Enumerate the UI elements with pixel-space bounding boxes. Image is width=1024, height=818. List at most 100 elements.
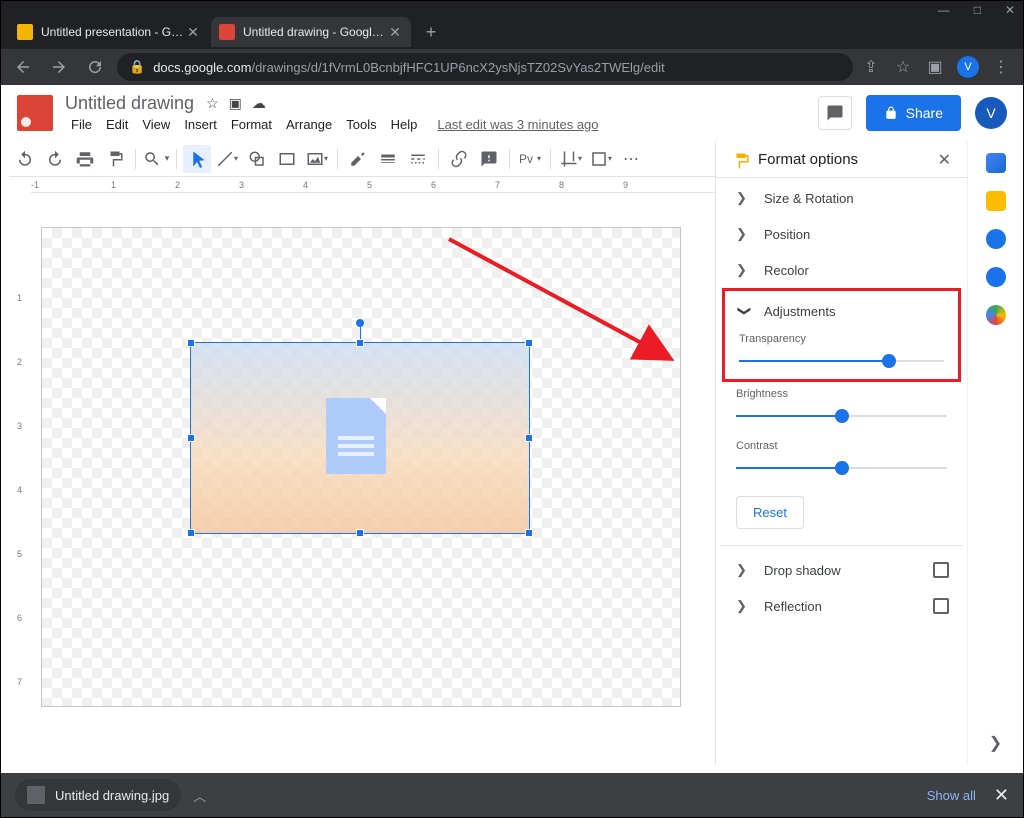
resize-handle-s[interactable]	[356, 529, 364, 537]
share-button[interactable]: Share	[866, 95, 961, 131]
chevron-down-icon: ❯	[736, 306, 752, 317]
rotation-handle[interactable]	[356, 319, 364, 327]
forward-button[interactable]	[45, 53, 73, 81]
transparency-slider[interactable]	[739, 351, 944, 371]
image-tool[interactable]: ▾	[303, 145, 331, 173]
resize-handle-e[interactable]	[525, 434, 533, 442]
menu-format[interactable]: Format	[225, 115, 278, 134]
doc-file-icon	[326, 398, 386, 474]
section-reflection[interactable]: ❯ Reflection	[720, 588, 963, 616]
menu-insert[interactable]: Insert	[178, 115, 223, 134]
menu-view[interactable]: View	[136, 115, 176, 134]
more-tools[interactable]: ⋯	[617, 145, 645, 173]
calendar-icon[interactable]	[986, 153, 1006, 173]
font-family[interactable]: Pv▾	[516, 145, 544, 173]
reload-button[interactable]	[81, 53, 109, 81]
mask-tool[interactable]: ▾	[587, 145, 615, 173]
drop-shadow-checkbox[interactable]	[933, 562, 949, 578]
account-avatar[interactable]: V	[975, 97, 1007, 129]
browser-tab-slides[interactable]: Untitled presentation - Google S ✕	[9, 17, 209, 47]
section-recolor[interactable]: ❯ Recolor	[720, 252, 963, 288]
contrast-slider[interactable]	[736, 458, 947, 478]
back-button[interactable]	[9, 53, 37, 81]
insert-link[interactable]	[445, 145, 473, 173]
format-options-icon	[732, 152, 748, 168]
chevron-up-icon[interactable]: ︿	[193, 786, 206, 805]
shape-tool[interactable]	[243, 145, 271, 173]
select-tool[interactable]	[183, 145, 211, 173]
print-button[interactable]	[71, 145, 99, 173]
doc-title[interactable]: Untitled drawing	[65, 93, 194, 114]
border-weight[interactable]	[374, 145, 402, 173]
resize-handle-nw[interactable]	[187, 339, 195, 347]
star-icon[interactable]: ☆	[206, 95, 219, 112]
border-dash[interactable]	[404, 145, 432, 173]
tab-label: Untitled presentation - Google S	[41, 25, 185, 39]
zoom-dropdown[interactable]: ▾	[142, 145, 170, 173]
lock-icon	[884, 106, 898, 120]
download-chip[interactable]: Untitled drawing.jpg	[15, 779, 181, 811]
menu-file[interactable]: File	[65, 115, 98, 134]
format-options-panel: Format options ✕ ❯ Size & Rotation ❯ Pos…	[715, 141, 967, 765]
menu-arrange[interactable]: Arrange	[280, 115, 338, 134]
resize-handle-w[interactable]	[187, 434, 195, 442]
share-page-icon[interactable]: ⇪	[861, 57, 881, 77]
menu-edit[interactable]: Edit	[100, 115, 134, 134]
browser-tab-drawings[interactable]: Untitled drawing - Google Draw ✕	[211, 17, 411, 47]
show-all-downloads[interactable]: Show all	[927, 788, 976, 803]
redo-button[interactable]	[41, 145, 69, 173]
resize-handle-n[interactable]	[356, 339, 364, 347]
crop-tool[interactable]: ▾	[557, 145, 585, 173]
download-bar: Untitled drawing.jpg ︿ Show all ✕	[1, 773, 1023, 817]
chevron-right-icon: ❯	[736, 262, 746, 278]
move-icon[interactable]: ▣	[229, 95, 242, 112]
section-position[interactable]: ❯ Position	[720, 216, 963, 252]
line-tool[interactable]: ▾	[213, 145, 241, 173]
section-size-rotation[interactable]: ❯ Size & Rotation	[720, 180, 963, 216]
bookmark-icon[interactable]: ☆	[893, 57, 913, 77]
drawing-canvas[interactable]	[41, 227, 681, 707]
menu-help[interactable]: Help	[385, 115, 424, 134]
resize-handle-sw[interactable]	[187, 529, 195, 537]
insert-comment[interactable]	[475, 145, 503, 173]
download-filename: Untitled drawing.jpg	[55, 788, 169, 803]
tab-overview-icon[interactable]: ▣	[925, 57, 945, 77]
reflection-checkbox[interactable]	[933, 598, 949, 614]
resize-handle-se[interactable]	[525, 529, 533, 537]
keep-icon[interactable]	[986, 191, 1006, 211]
undo-button[interactable]	[11, 145, 39, 173]
selected-image[interactable]	[190, 342, 530, 534]
paint-format-button[interactable]	[101, 145, 129, 173]
maximize-icon[interactable]: □	[974, 3, 981, 17]
comments-button[interactable]	[818, 96, 852, 130]
close-tab-icon[interactable]: ✕	[387, 24, 403, 40]
new-tab-button[interactable]: +	[417, 18, 445, 46]
reset-button[interactable]: Reset	[736, 496, 804, 529]
profile-avatar[interactable]: V	[957, 56, 979, 78]
tasks-icon[interactable]	[986, 229, 1006, 249]
textbox-tool[interactable]	[273, 145, 301, 173]
menu-tools[interactable]: Tools	[340, 115, 382, 134]
maps-icon[interactable]	[986, 305, 1006, 325]
close-panel-icon[interactable]: ✕	[938, 150, 951, 170]
transparency-label: Transparency	[739, 329, 944, 345]
border-color[interactable]	[344, 145, 372, 173]
section-drop-shadow[interactable]: ❯ Drop shadow	[720, 552, 963, 588]
close-download-bar[interactable]: ✕	[994, 785, 1009, 806]
side-addon-rail: ❯	[967, 141, 1023, 765]
minimize-icon[interactable]: —	[938, 3, 950, 17]
close-window-icon[interactable]: ✕	[1005, 3, 1015, 17]
brightness-slider[interactable]	[736, 406, 947, 426]
drawings-logo[interactable]	[17, 95, 53, 131]
chrome-menu-icon[interactable]: ⋮	[991, 57, 1011, 77]
url-input[interactable]: 🔒 docs.google.com/drawings/d/1fVrmL0Bcnb…	[117, 53, 853, 81]
cloud-status-icon[interactable]: ☁	[252, 95, 266, 112]
adjustments-header[interactable]: ❯ Adjustments	[739, 299, 944, 329]
last-edit-link[interactable]: Last edit was 3 minutes ago	[431, 115, 604, 134]
resize-handle-ne[interactable]	[525, 339, 533, 347]
window-controls[interactable]: — □ ✕	[938, 1, 1015, 15]
file-icon	[27, 786, 45, 804]
expand-rail-icon[interactable]: ❯	[989, 733, 1002, 753]
close-tab-icon[interactable]: ✕	[185, 24, 201, 40]
contacts-icon[interactable]	[986, 267, 1006, 287]
